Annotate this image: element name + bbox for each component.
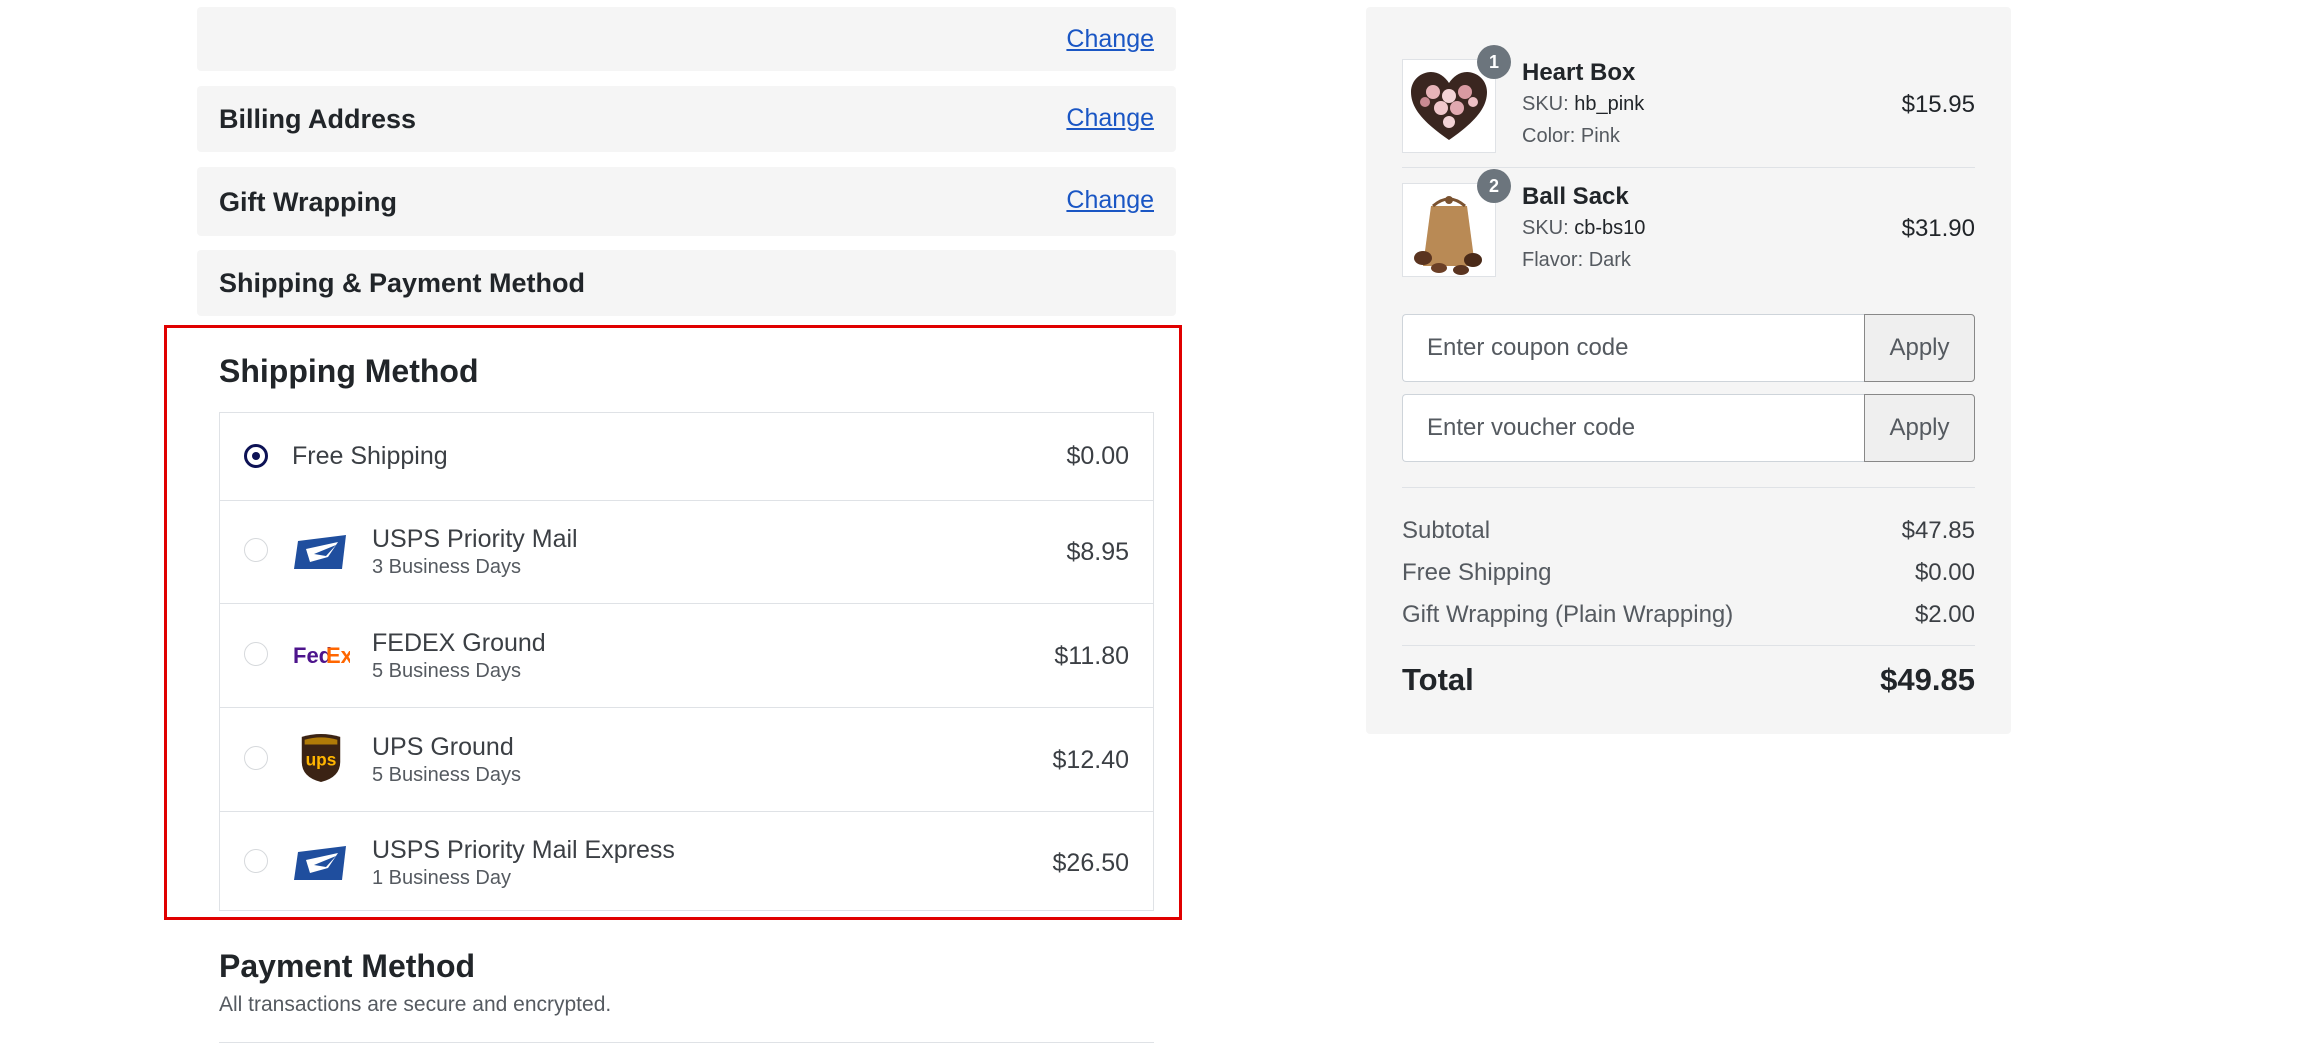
quantity-badge: 1 bbox=[1477, 45, 1511, 79]
shipping-option-price: $8.95 bbox=[1066, 538, 1129, 566]
coupon-row: Apply bbox=[1402, 314, 1975, 382]
gift-wrapping-value: $2.00 bbox=[1914, 601, 1975, 628]
shipping-options-list: Free Shipping $0.00 USPS Priority Mail 3… bbox=[219, 412, 1154, 911]
shipping-option-eta: 5 Business Days bbox=[372, 764, 521, 786]
shipping-option-free[interactable]: Free Shipping $0.00 bbox=[220, 413, 1153, 501]
shipping-option-name: USPS Priority Mail Express bbox=[372, 836, 675, 864]
change-billing-link[interactable]: Change bbox=[1066, 104, 1154, 133]
radio-fedex-ground[interactable] bbox=[244, 642, 268, 666]
change-gift-link[interactable]: Change bbox=[1066, 186, 1154, 215]
voucher-row: Apply bbox=[1402, 394, 1975, 462]
quantity-badge: 2 bbox=[1477, 169, 1511, 203]
step-shipping-address: Change bbox=[197, 7, 1176, 71]
shipping-option-ups-ground[interactable]: ups UPS Ground 5 Business Days $12.40 bbox=[220, 708, 1153, 812]
shipping-option-eta: 3 Business Days bbox=[372, 556, 521, 578]
total-value: $49.85 bbox=[1880, 662, 1975, 697]
item-attr-label: Flavor: bbox=[1522, 249, 1589, 271]
shipping-option-price: $0.00 bbox=[1066, 442, 1129, 470]
gift-wrapping-label: Gift Wrapping (Plain Wrapping) bbox=[1402, 601, 1734, 628]
shipping-cost-label: Free Shipping bbox=[1402, 559, 1552, 586]
fedex-logo-icon: Fed Ex bbox=[293, 643, 350, 668]
item-attr-value: Pink bbox=[1580, 125, 1620, 147]
shipping-option-name: USPS Priority Mail bbox=[372, 525, 578, 553]
usps-logo-icon bbox=[294, 535, 346, 569]
shipping-option-usps-express[interactable]: USPS Priority Mail Express 1 Business Da… bbox=[220, 812, 1153, 910]
shipping-cost-value: $0.00 bbox=[1914, 559, 1975, 586]
coupon-input[interactable] bbox=[1402, 314, 1864, 382]
payment-method-subtitle: All transactions are secure and encrypte… bbox=[219, 993, 612, 1016]
shipping-option-fedex-ground[interactable]: Fed Ex FEDEX Ground 5 Business Days $11.… bbox=[220, 604, 1153, 708]
total-divider bbox=[1402, 645, 1975, 646]
radio-usps-express[interactable] bbox=[244, 849, 268, 873]
shipping-option-price: $12.40 bbox=[1052, 746, 1129, 774]
order-summary: 1 Heart Box SKU: hb_pink Color: Pink $15… bbox=[1366, 7, 2011, 734]
step-title-shipping-payment: Shipping & Payment Method bbox=[219, 268, 586, 298]
apply-voucher-button[interactable]: Apply bbox=[1864, 394, 1975, 462]
shipping-option-name: Free Shipping bbox=[292, 442, 448, 470]
step-title-billing: Billing Address bbox=[219, 104, 417, 134]
item-name: Heart Box bbox=[1522, 59, 1636, 86]
payment-divider bbox=[219, 1042, 1154, 1043]
subtotal-label: Subtotal bbox=[1402, 517, 1491, 544]
summary-divider bbox=[1402, 487, 1975, 488]
subtotal-row: Subtotal $47.85 bbox=[1402, 517, 1975, 549]
shipping-option-eta: 5 Business Days bbox=[372, 660, 521, 682]
payment-method-title: Payment Method bbox=[219, 948, 476, 984]
item-attribute: Color: Pink bbox=[1522, 125, 1620, 148]
cart-item: 2 Ball Sack SKU: cb-bs10 Flavor: Dark $3… bbox=[1402, 169, 1975, 279]
radio-ups-ground[interactable] bbox=[244, 746, 268, 770]
subtotal-value: $47.85 bbox=[1901, 517, 1975, 544]
change-link[interactable]: Change bbox=[1066, 25, 1154, 54]
gift-wrapping-row: Gift Wrapping (Plain Wrapping) $2.00 bbox=[1402, 601, 1975, 633]
shipping-cost-row: Free Shipping $0.00 bbox=[1402, 559, 1975, 591]
item-attr-value: Dark bbox=[1588, 249, 1631, 271]
item-sku-value: cb-bs10 bbox=[1574, 217, 1646, 239]
shipping-option-eta: 1 Business Day bbox=[372, 867, 511, 889]
usps-logo-icon bbox=[294, 846, 346, 880]
cart-item: 1 Heart Box SKU: hb_pink Color: Pink $15… bbox=[1402, 45, 1975, 155]
item-sku-label: SKU: bbox=[1522, 93, 1575, 115]
item-name: Ball Sack bbox=[1522, 183, 1629, 210]
item-sku-label: SKU: bbox=[1522, 217, 1575, 239]
item-sku-value: hb_pink bbox=[1574, 93, 1645, 115]
item-sku: SKU: hb_pink bbox=[1522, 93, 1644, 116]
item-price: $31.90 bbox=[1901, 215, 1975, 242]
shipping-option-name: UPS Ground bbox=[372, 733, 514, 761]
shipping-option-name: FEDEX Ground bbox=[372, 629, 546, 657]
step-shipping-payment: Shipping & Payment Method bbox=[197, 250, 1176, 316]
shipping-option-price: $11.80 bbox=[1054, 642, 1129, 670]
ups-logo-icon: ups bbox=[301, 733, 341, 783]
voucher-input[interactable] bbox=[1402, 394, 1864, 462]
radio-usps-priority[interactable] bbox=[244, 538, 268, 562]
item-attr-label: Color: bbox=[1522, 125, 1581, 147]
item-sku: SKU: cb-bs10 bbox=[1522, 217, 1645, 240]
shipping-method-title: Shipping Method bbox=[219, 353, 479, 389]
radio-free-shipping[interactable] bbox=[244, 444, 268, 468]
step-gift-wrapping: Gift Wrapping Change bbox=[197, 167, 1176, 236]
shipping-option-usps-priority[interactable]: USPS Priority Mail 3 Business Days $8.95 bbox=[220, 501, 1153, 604]
item-divider bbox=[1402, 167, 1975, 168]
item-price: $15.95 bbox=[1901, 91, 1975, 118]
step-billing-address: Billing Address Change bbox=[197, 86, 1176, 152]
total-label: Total bbox=[1402, 662, 1474, 697]
apply-coupon-button[interactable]: Apply bbox=[1864, 314, 1975, 382]
shipping-option-price: $26.50 bbox=[1052, 849, 1129, 877]
step-title-gift: Gift Wrapping bbox=[219, 187, 397, 217]
item-attribute: Flavor: Dark bbox=[1522, 249, 1631, 272]
svg-text:Ex: Ex bbox=[326, 643, 350, 668]
svg-text:ups: ups bbox=[306, 750, 337, 770]
